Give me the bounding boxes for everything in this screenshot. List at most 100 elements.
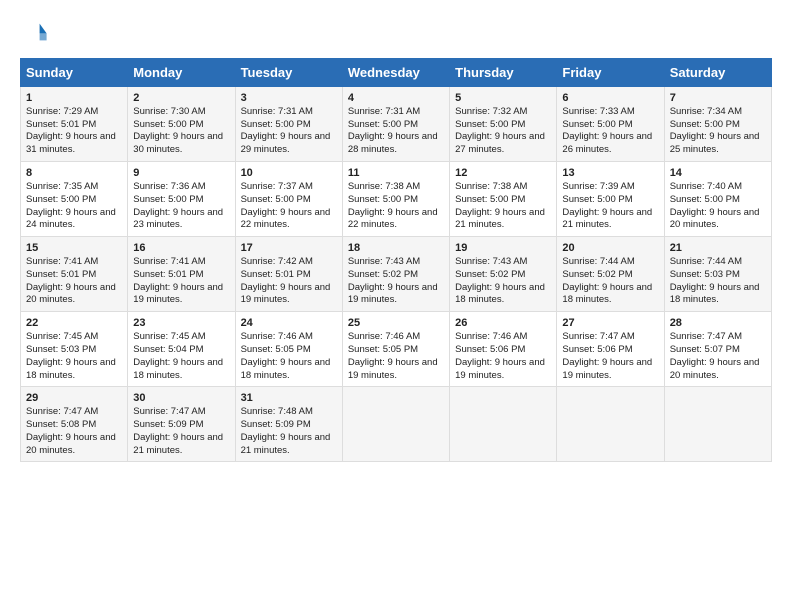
sunrise: Sunrise: 7:33 AM xyxy=(562,106,634,117)
calendar-cell: 16 Sunrise: 7:41 AM Sunset: 5:01 PM Dayl… xyxy=(128,237,235,312)
daylight: Daylight: 9 hours and 19 minutes. xyxy=(455,357,545,381)
day-number: 4 xyxy=(348,92,354,104)
sunrise: Sunrise: 7:34 AM xyxy=(670,106,742,117)
calendar-cell: 23 Sunrise: 7:45 AM Sunset: 5:04 PM Dayl… xyxy=(128,312,235,387)
calendar-cell: 1 Sunrise: 7:29 AM Sunset: 5:01 PM Dayli… xyxy=(21,87,128,162)
daylight: Daylight: 9 hours and 19 minutes. xyxy=(133,282,223,306)
daylight: Daylight: 9 hours and 21 minutes. xyxy=(133,432,223,456)
sunset: Sunset: 5:00 PM xyxy=(455,194,525,205)
sunset: Sunset: 5:00 PM xyxy=(241,119,311,130)
day-number: 14 xyxy=(670,167,682,179)
daylight: Daylight: 9 hours and 18 minutes. xyxy=(562,282,652,306)
logo-icon xyxy=(20,18,48,46)
calendar-cell: 25 Sunrise: 7:46 AM Sunset: 5:05 PM Dayl… xyxy=(342,312,449,387)
day-number: 23 xyxy=(133,317,145,329)
daylight: Daylight: 9 hours and 21 minutes. xyxy=(455,207,545,231)
calendar-cell: 27 Sunrise: 7:47 AM Sunset: 5:06 PM Dayl… xyxy=(557,312,664,387)
sunrise: Sunrise: 7:45 AM xyxy=(133,331,205,342)
daylight: Daylight: 9 hours and 29 minutes. xyxy=(241,131,331,155)
calendar-week-row: 29 Sunrise: 7:47 AM Sunset: 5:08 PM Dayl… xyxy=(21,387,772,462)
daylight: Daylight: 9 hours and 21 minutes. xyxy=(562,207,652,231)
day-number: 31 xyxy=(241,392,253,404)
sunrise: Sunrise: 7:41 AM xyxy=(133,256,205,267)
daylight: Daylight: 9 hours and 20 minutes. xyxy=(26,282,116,306)
calendar-week-row: 15 Sunrise: 7:41 AM Sunset: 5:01 PM Dayl… xyxy=(21,237,772,312)
sunset: Sunset: 5:05 PM xyxy=(348,344,418,355)
calendar-cell: 7 Sunrise: 7:34 AM Sunset: 5:00 PM Dayli… xyxy=(664,87,771,162)
day-number: 17 xyxy=(241,242,253,254)
daylight: Daylight: 9 hours and 18 minutes. xyxy=(455,282,545,306)
daylight: Daylight: 9 hours and 19 minutes. xyxy=(562,357,652,381)
sunrise: Sunrise: 7:47 AM xyxy=(670,331,742,342)
daylight: Daylight: 9 hours and 28 minutes. xyxy=(348,131,438,155)
daylight: Daylight: 9 hours and 31 minutes. xyxy=(26,131,116,155)
calendar-cell xyxy=(450,387,557,462)
day-number: 18 xyxy=(348,242,360,254)
calendar-cell: 29 Sunrise: 7:47 AM Sunset: 5:08 PM Dayl… xyxy=(21,387,128,462)
sunset: Sunset: 5:00 PM xyxy=(562,119,632,130)
sunrise: Sunrise: 7:42 AM xyxy=(241,256,313,267)
calendar-cell: 14 Sunrise: 7:40 AM Sunset: 5:00 PM Dayl… xyxy=(664,162,771,237)
sunrise: Sunrise: 7:40 AM xyxy=(670,181,742,192)
sunset: Sunset: 5:00 PM xyxy=(455,119,525,130)
sunset: Sunset: 5:03 PM xyxy=(26,344,96,355)
day-number: 27 xyxy=(562,317,574,329)
calendar-cell xyxy=(557,387,664,462)
day-number: 25 xyxy=(348,317,360,329)
sunrise: Sunrise: 7:43 AM xyxy=(348,256,420,267)
sunset: Sunset: 5:02 PM xyxy=(348,269,418,280)
calendar-week-row: 8 Sunrise: 7:35 AM Sunset: 5:00 PM Dayli… xyxy=(21,162,772,237)
calendar-table: SundayMondayTuesdayWednesdayThursdayFrid… xyxy=(20,58,772,462)
sunrise: Sunrise: 7:46 AM xyxy=(348,331,420,342)
day-number: 1 xyxy=(26,92,32,104)
daylight: Daylight: 9 hours and 19 minutes. xyxy=(348,282,438,306)
sunset: Sunset: 5:07 PM xyxy=(670,344,740,355)
col-header-monday: Monday xyxy=(128,59,235,87)
day-number: 7 xyxy=(670,92,676,104)
day-number: 29 xyxy=(26,392,38,404)
sunrise: Sunrise: 7:43 AM xyxy=(455,256,527,267)
calendar-cell: 19 Sunrise: 7:43 AM Sunset: 5:02 PM Dayl… xyxy=(450,237,557,312)
day-number: 8 xyxy=(26,167,32,179)
sunset: Sunset: 5:01 PM xyxy=(241,269,311,280)
sunset: Sunset: 5:00 PM xyxy=(241,194,311,205)
calendar-cell: 3 Sunrise: 7:31 AM Sunset: 5:00 PM Dayli… xyxy=(235,87,342,162)
day-number: 13 xyxy=(562,167,574,179)
calendar-cell: 11 Sunrise: 7:38 AM Sunset: 5:00 PM Dayl… xyxy=(342,162,449,237)
day-number: 2 xyxy=(133,92,139,104)
sunrise: Sunrise: 7:37 AM xyxy=(241,181,313,192)
sunrise: Sunrise: 7:38 AM xyxy=(455,181,527,192)
col-header-tuesday: Tuesday xyxy=(235,59,342,87)
daylight: Daylight: 9 hours and 25 minutes. xyxy=(670,131,760,155)
day-number: 6 xyxy=(562,92,568,104)
calendar-cell: 9 Sunrise: 7:36 AM Sunset: 5:00 PM Dayli… xyxy=(128,162,235,237)
daylight: Daylight: 9 hours and 18 minutes. xyxy=(26,357,116,381)
day-number: 26 xyxy=(455,317,467,329)
day-number: 3 xyxy=(241,92,247,104)
sunset: Sunset: 5:00 PM xyxy=(670,119,740,130)
sunset: Sunset: 5:08 PM xyxy=(26,419,96,430)
sunset: Sunset: 5:01 PM xyxy=(26,269,96,280)
sunrise: Sunrise: 7:47 AM xyxy=(133,406,205,417)
daylight: Daylight: 9 hours and 21 minutes. xyxy=(241,432,331,456)
calendar-week-row: 22 Sunrise: 7:45 AM Sunset: 5:03 PM Dayl… xyxy=(21,312,772,387)
sunrise: Sunrise: 7:41 AM xyxy=(26,256,98,267)
sunset: Sunset: 5:01 PM xyxy=(26,119,96,130)
daylight: Daylight: 9 hours and 26 minutes. xyxy=(562,131,652,155)
calendar-cell: 4 Sunrise: 7:31 AM Sunset: 5:00 PM Dayli… xyxy=(342,87,449,162)
sunrise: Sunrise: 7:48 AM xyxy=(241,406,313,417)
sunrise: Sunrise: 7:46 AM xyxy=(455,331,527,342)
day-number: 11 xyxy=(348,167,360,179)
day-number: 28 xyxy=(670,317,682,329)
day-number: 5 xyxy=(455,92,461,104)
sunset: Sunset: 5:06 PM xyxy=(455,344,525,355)
daylight: Daylight: 9 hours and 30 minutes. xyxy=(133,131,223,155)
sunset: Sunset: 5:00 PM xyxy=(133,194,203,205)
sunrise: Sunrise: 7:47 AM xyxy=(562,331,634,342)
day-number: 12 xyxy=(455,167,467,179)
sunset: Sunset: 5:02 PM xyxy=(455,269,525,280)
sunrise: Sunrise: 7:30 AM xyxy=(133,106,205,117)
daylight: Daylight: 9 hours and 18 minutes. xyxy=(670,282,760,306)
sunset: Sunset: 5:09 PM xyxy=(133,419,203,430)
sunset: Sunset: 5:04 PM xyxy=(133,344,203,355)
